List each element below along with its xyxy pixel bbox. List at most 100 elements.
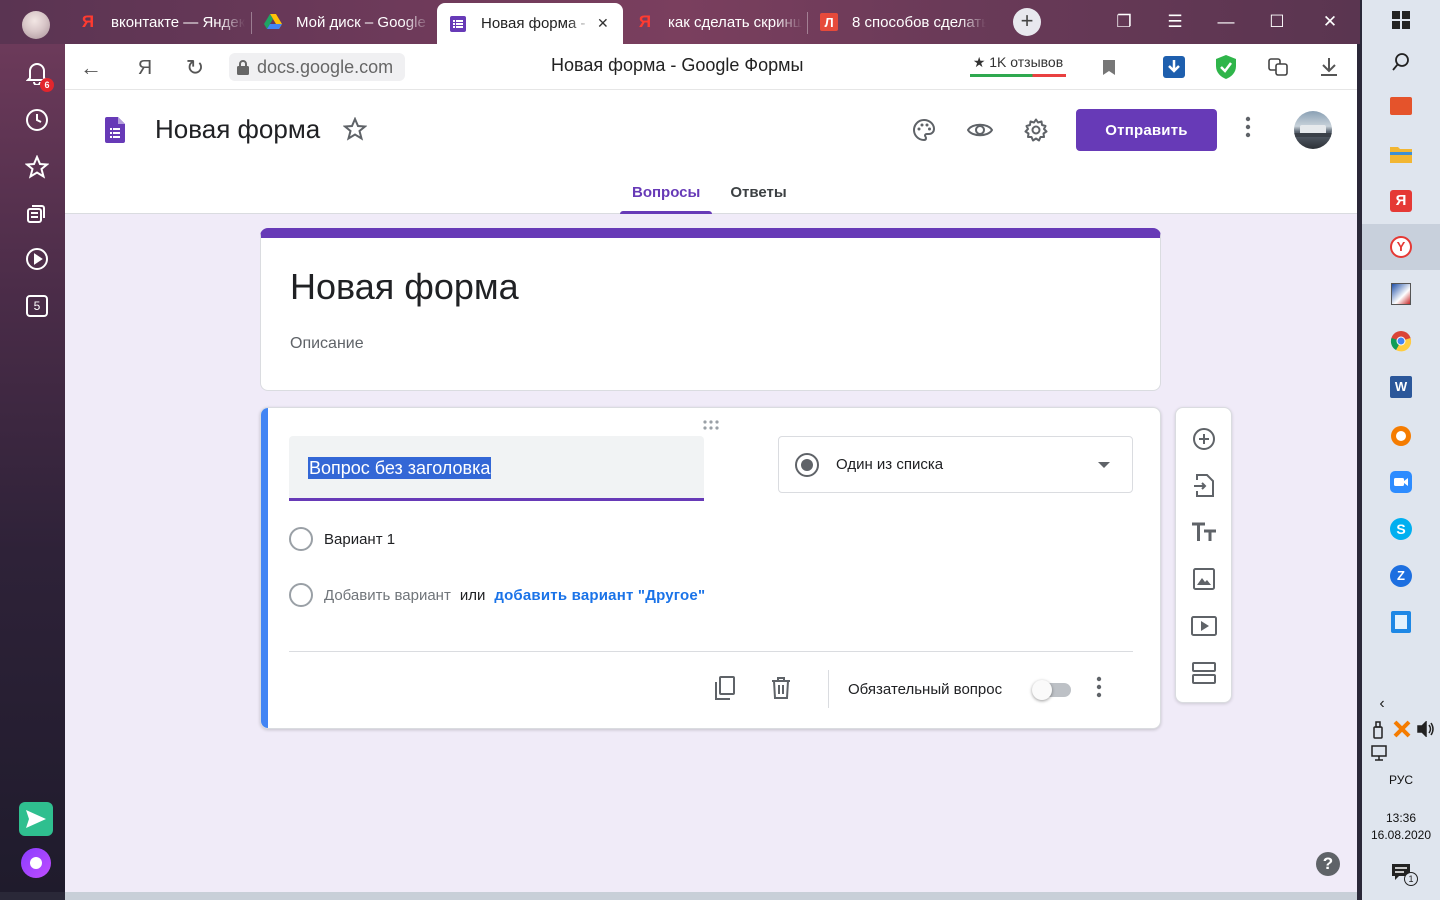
tab-responses[interactable]: Ответы xyxy=(718,184,798,214)
messenger-send-icon[interactable] xyxy=(19,802,53,836)
close-tab-icon[interactable]: ✕ xyxy=(597,15,609,32)
downloads-icon[interactable] xyxy=(1316,54,1342,80)
tabs-count-icon[interactable]: 5 xyxy=(22,291,52,321)
question-footer-divider xyxy=(289,651,1133,652)
form-description-field[interactable]: Описание xyxy=(290,335,364,353)
clock-time[interactable]: 13:36 xyxy=(1362,811,1440,825)
site-reviews-badge[interactable]: ★ 1K отзывов xyxy=(968,51,1068,79)
maximize-window-button[interactable]: ☐ xyxy=(1262,8,1292,36)
notification-count-badge: 1 xyxy=(1404,872,1418,886)
required-toggle-switch[interactable] xyxy=(1032,680,1076,700)
required-question-label: Обязательный вопрос xyxy=(848,681,1003,698)
add-other-option-link[interactable]: добавить вариант "Другое" xyxy=(494,587,705,604)
word-document-icon[interactable]: W xyxy=(1389,375,1413,399)
question-card[interactable]: Вопрос без заголовка Один из списка Вари… xyxy=(260,407,1161,729)
chrome-browser-icon[interactable] xyxy=(1389,329,1413,353)
presentation-app-icon[interactable] xyxy=(1389,94,1413,118)
minimize-window-button[interactable]: — xyxy=(1211,8,1241,36)
window-bottom-edge xyxy=(65,892,1357,900)
drag-handle-icon[interactable] xyxy=(702,417,722,430)
google-account-avatar[interactable] xyxy=(1294,111,1332,149)
duplicate-copy-icon[interactable] xyxy=(710,674,738,702)
notification-count-badge: 6 xyxy=(40,78,54,92)
volume-speaker-icon[interactable] xyxy=(1414,717,1438,741)
windows-search-icon[interactable] xyxy=(1389,50,1413,74)
usb-device-tray-icon[interactable] xyxy=(1366,718,1390,742)
form-title[interactable]: Новая форма xyxy=(290,266,519,308)
browser-tab-google-drive[interactable]: Мой диск – Google Диск xyxy=(252,3,436,41)
add-image-icon[interactable] xyxy=(1190,565,1218,593)
tab-questions[interactable]: Вопросы xyxy=(620,184,713,214)
delete-trash-icon[interactable] xyxy=(767,674,795,702)
url-text: docs.google.com xyxy=(257,56,394,77)
form-tabs: Вопросы Ответы xyxy=(620,184,799,214)
option-label[interactable]: Вариант 1 xyxy=(324,531,395,548)
question-more-options-icon[interactable] xyxy=(1096,676,1102,703)
send-button[interactable]: Отправить xyxy=(1076,109,1217,151)
skype-icon[interactable]: S xyxy=(1389,517,1413,541)
add-option-field[interactable]: Добавить вариант xyxy=(324,587,451,604)
yandex-logo-icon: Я xyxy=(638,12,652,31)
translate-extension-icon[interactable] xyxy=(1265,54,1291,80)
preview-eye-icon[interactable] xyxy=(966,116,994,144)
google-forms-logo-icon[interactable] xyxy=(105,117,125,148)
question-type-dropdown[interactable]: Один из списка xyxy=(778,436,1133,493)
url-field[interactable]: docs.google.com xyxy=(229,53,405,81)
browser-tab-vk-search[interactable]: Я вконтакте — Яндекс xyxy=(67,3,257,41)
tab-manager-icon[interactable]: ❐ xyxy=(1109,8,1139,36)
address-bar-row: ← Я ↻ docs.google.com Новая форма - Goog… xyxy=(65,44,1357,90)
browser-tab-google-forms[interactable]: Новая форма - Google Формы ✕ xyxy=(437,3,623,44)
add-video-icon[interactable] xyxy=(1190,612,1218,640)
footer-vertical-divider xyxy=(828,670,829,708)
reload-icon[interactable]: ↻ xyxy=(181,54,209,82)
windows-start-icon[interactable] xyxy=(1389,8,1413,32)
video-play-icon[interactable] xyxy=(22,244,52,274)
more-options-vertical-icon[interactable] xyxy=(1245,116,1251,143)
add-title-text-icon[interactable] xyxy=(1190,518,1218,546)
image-viewer-icon[interactable] xyxy=(1389,282,1413,306)
browser-tab-screenshot-search[interactable]: Я как сделать скриншот xyxy=(624,3,808,41)
new-tab-button[interactable]: + xyxy=(1013,8,1041,36)
vpn-app-icon[interactable] xyxy=(1389,424,1413,448)
add-section-icon[interactable] xyxy=(1190,659,1218,687)
download-extension-icon[interactable] xyxy=(1161,54,1187,80)
import-questions-icon[interactable] xyxy=(1190,471,1218,499)
input-language-indicator[interactable]: РУС xyxy=(1362,773,1440,787)
history-clock-icon[interactable] xyxy=(22,105,52,135)
network-tray-icon[interactable] xyxy=(1368,741,1392,765)
add-question-plus-icon[interactable] xyxy=(1190,425,1218,453)
lock-icon[interactable] xyxy=(229,53,257,81)
question-title-input[interactable]: Вопрос без заголовка xyxy=(289,436,704,501)
file-explorer-icon[interactable] xyxy=(1389,142,1413,166)
antivirus-tray-icon[interactable] xyxy=(1390,717,1414,741)
help-question-icon[interactable]: ? xyxy=(1316,852,1340,876)
yandex-app-icon[interactable]: Y xyxy=(1389,235,1413,259)
yandex-profile-avatar[interactable] xyxy=(22,11,50,39)
page-title-in-address-bar: Новая форма - Google Формы xyxy=(551,55,804,75)
security-shield-icon[interactable] xyxy=(1213,54,1239,80)
form-title-card[interactable]: Новая форма Описание xyxy=(260,228,1161,391)
question-title-selected-text: Вопрос без заголовка xyxy=(308,457,492,479)
form-document-title[interactable]: Новая форма xyxy=(155,114,320,145)
alice-assistant-icon[interactable] xyxy=(21,848,51,878)
option-row[interactable]: Вариант 1 xyxy=(289,527,395,551)
clock-date[interactable]: 16.08.2020 xyxy=(1362,828,1440,842)
star-favorite-icon[interactable] xyxy=(342,116,368,146)
back-arrow-icon[interactable]: ← xyxy=(77,54,105,82)
browser-menu-icon[interactable]: ☰ xyxy=(1160,8,1190,36)
zoom-meeting-app-icon[interactable]: Z xyxy=(1389,564,1413,588)
show-hidden-icons-chevron[interactable]: ‹ xyxy=(1370,692,1394,716)
browser-tab-lifehacker[interactable]: Л 8 способов сделать xyxy=(808,3,992,41)
notes-app-icon[interactable] xyxy=(1389,610,1413,634)
collections-icon[interactable] xyxy=(22,198,52,228)
settings-gear-icon[interactable] xyxy=(1022,116,1050,144)
bookmark-icon[interactable] xyxy=(1096,54,1122,80)
or-separator-text: или xyxy=(459,586,486,604)
palette-customize-theme-icon[interactable] xyxy=(910,116,938,144)
yandex-browser-taskbar-icon[interactable]: Я xyxy=(1389,189,1413,213)
browser-tab-strip: Я вконтакте — Яндекс Мой диск – Google Д… xyxy=(0,0,1360,44)
yandex-home-icon[interactable]: Я xyxy=(131,54,159,82)
close-window-button[interactable]: ✕ xyxy=(1315,8,1345,36)
bookmarks-star-icon[interactable] xyxy=(22,152,52,182)
zoom-video-icon[interactable] xyxy=(1389,470,1413,494)
